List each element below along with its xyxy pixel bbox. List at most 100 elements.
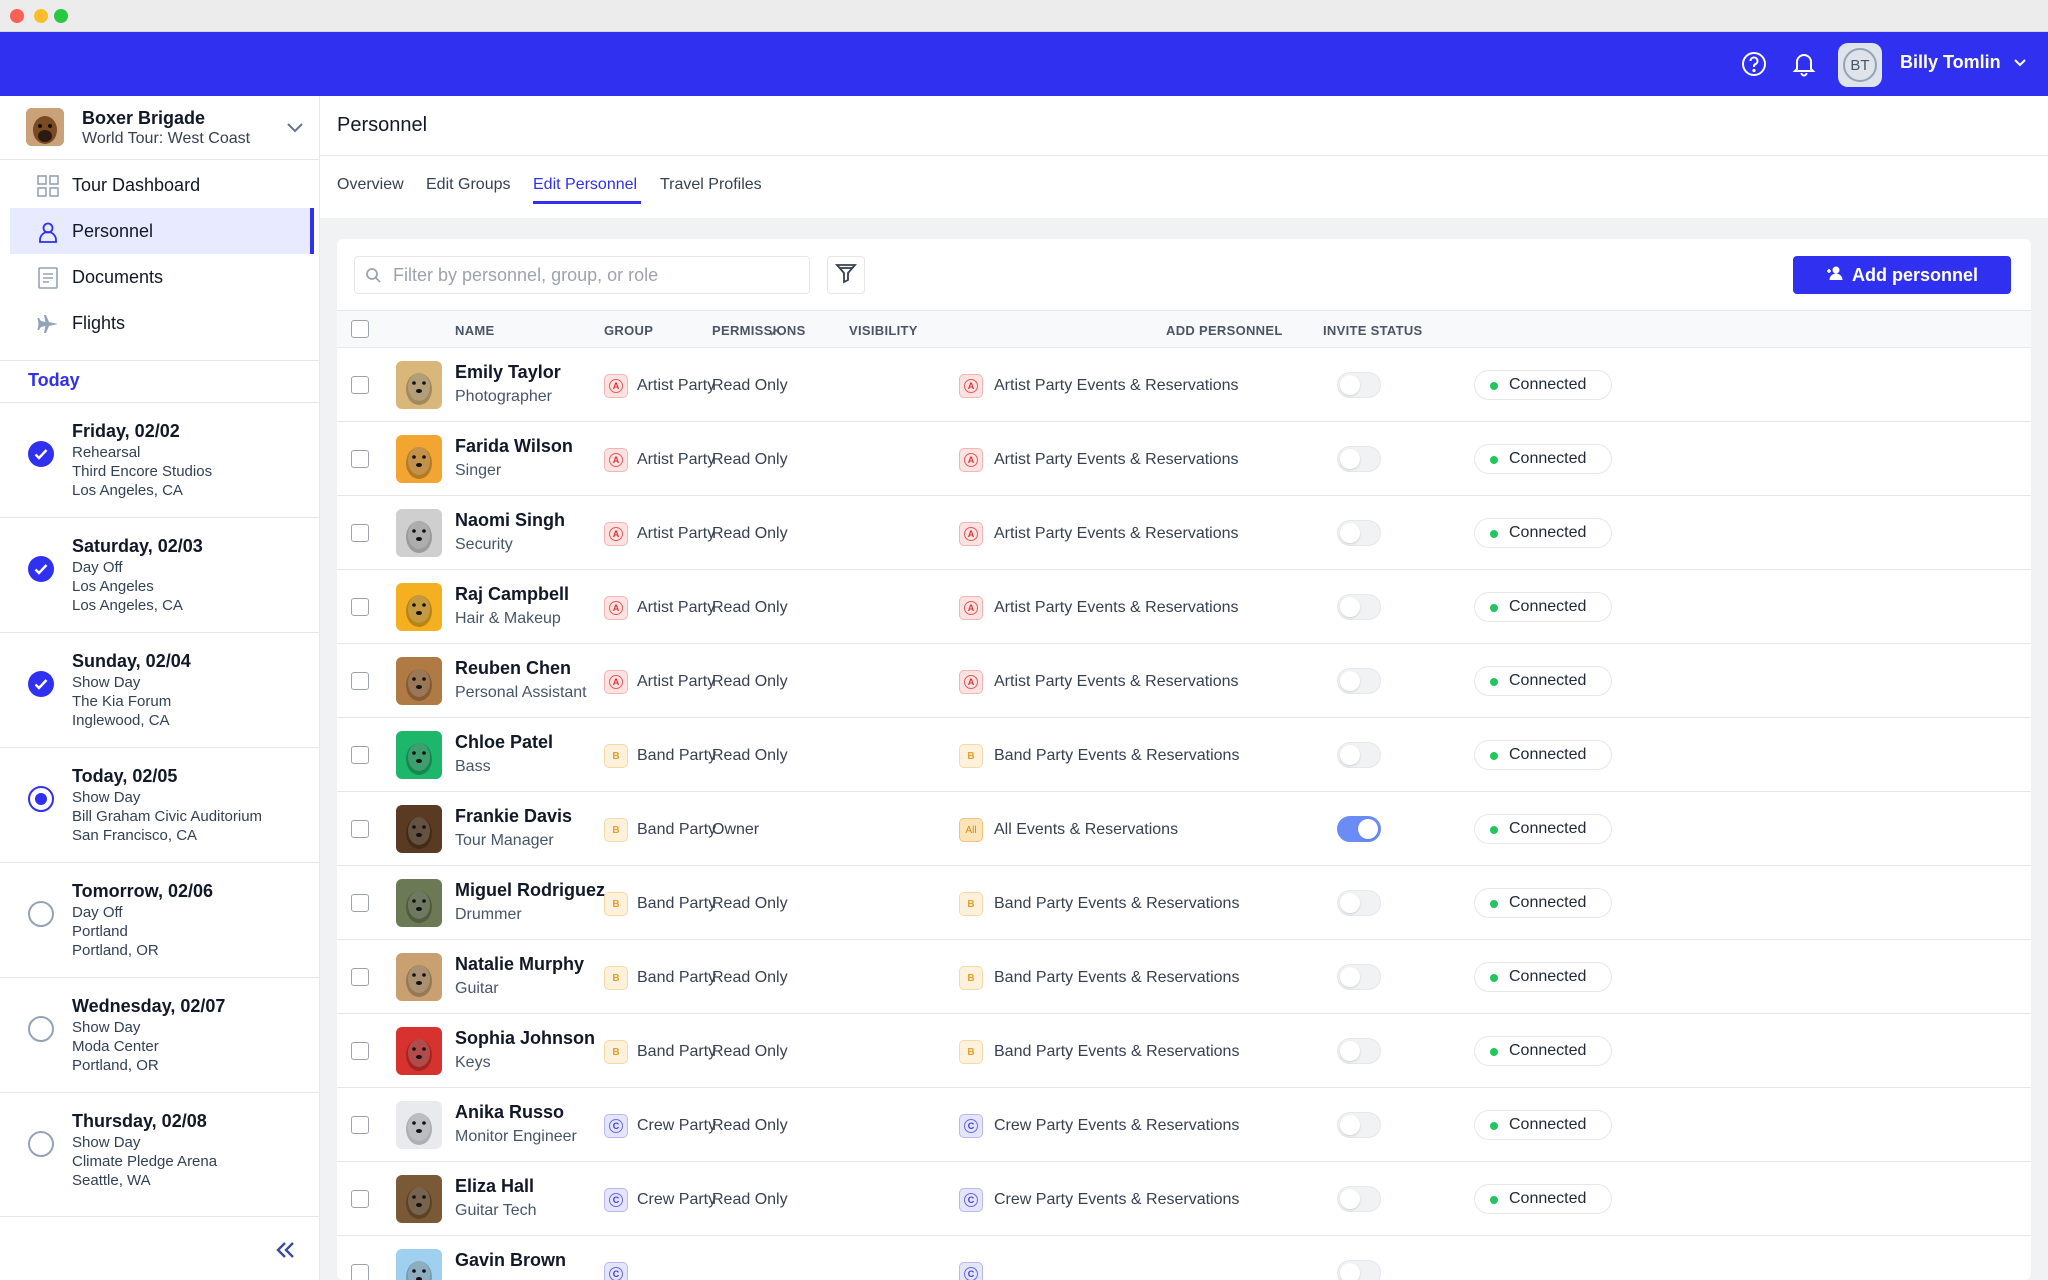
collapse-sidebar-icon[interactable] [272,1237,298,1268]
table-row[interactable]: Naomi Singh Security A Artist Party Read… [337,496,2031,570]
table-row[interactable]: Raj Campbell Hair & Makeup A Artist Part… [337,570,2031,644]
day-title: Sunday, 02/04 [72,651,191,671]
column-header-add-personnel[interactable]: ADD PERSONNEL [1166,323,1283,338]
visibility-badge: A [959,670,983,694]
search-input[interactable] [393,263,793,287]
day-type: Show Day [72,789,141,806]
row-checkbox[interactable] [351,598,369,616]
group-name: Artist Party [637,525,716,542]
personnel-photo [396,509,442,557]
close-window-button[interactable] [10,9,24,23]
column-header-invite-status[interactable]: INVITE STATUS [1323,323,1422,338]
tour-selector[interactable]: Boxer Brigade World Tour: West Coast [0,96,319,160]
row-checkbox[interactable] [351,968,369,986]
row-checkbox[interactable] [351,450,369,468]
group-badge: B [604,818,628,842]
table-row[interactable]: Reuben Chen Personal Assistant A Artist … [337,644,2031,718]
itinerary-day[interactable]: Saturday, 02/03 Day Off Los Angeles Los … [0,517,319,632]
table-row[interactable]: Anika Russo Monitor Engineer C Crew Part… [337,1088,2031,1162]
itinerary-day[interactable]: Thursday, 02/08 Show Day Climate Pledge … [0,1092,319,1207]
day-city: Los Angeles, CA [72,482,183,499]
visibility-badge: A [959,596,983,620]
add-personnel-toggle[interactable] [1337,668,1381,694]
tab-travel-profiles[interactable]: Travel Profiles [660,176,762,194]
permission-value: Read Only [712,451,788,468]
table-row[interactable]: Miguel Rodriguez Drummer B Band Party Re… [337,866,2031,940]
user-name[interactable]: Billy Tomlin [1900,52,2001,73]
row-checkbox[interactable] [351,1042,369,1060]
filter-button[interactable] [827,256,865,294]
column-header-permissions[interactable]: PERMISSIONS [712,323,806,338]
add-personnel-toggle[interactable] [1337,1038,1381,1064]
group-badge: C [604,1262,628,1280]
group-badge-letter: A [609,601,623,615]
visibility-badge: B [959,892,983,916]
row-checkbox[interactable] [351,894,369,912]
add-personnel-toggle[interactable] [1337,1112,1381,1138]
day-title: Saturday, 02/03 [72,536,203,556]
row-checkbox[interactable] [351,672,369,690]
user-avatar[interactable]: BT [1838,43,1882,87]
add-personnel-toggle[interactable] [1337,816,1381,842]
table-row[interactable]: Farida Wilson Singer A Artist Party Read… [337,422,2031,496]
sidebar-footer [0,1216,319,1280]
table-row[interactable]: Sophia Johnson Keys B Band Party Read On… [337,1014,2031,1088]
sidebar-item-flights[interactable]: Flights [0,300,319,346]
chevron-down-icon[interactable] [284,116,306,143]
search-icon [365,267,381,288]
row-checkbox[interactable] [351,1116,369,1134]
personnel-role: Personal Assistant [455,684,587,701]
table-row[interactable]: Chloe Patel Bass B Band Party Read Only … [337,718,2031,792]
group-name: Band Party [637,969,717,986]
add-personnel-toggle[interactable] [1337,372,1381,398]
day-venue: Portland [72,923,128,940]
table-row[interactable]: Eliza Hall Guitar Tech C Crew Party Read… [337,1162,2031,1236]
column-header-name[interactable]: NAME [455,323,494,338]
itinerary-day[interactable]: Tomorrow, 02/06 Day Off Portland Portlan… [0,862,319,977]
table-row[interactable]: Gavin Brown C C [337,1236,2031,1280]
row-checkbox[interactable] [351,524,369,542]
tab-overview[interactable]: Overview [337,176,404,194]
column-header-visibility[interactable]: VISIBILITY [849,323,918,338]
itinerary-day[interactable]: Friday, 02/02 Rehearsal Third Encore Stu… [0,402,319,517]
bell-icon[interactable] [1786,46,1822,82]
chevron-down-icon[interactable] [2012,54,2028,75]
tab-edit-groups[interactable]: Edit Groups [426,176,510,194]
table-row[interactable]: Frankie Davis Tour Manager B Band Party … [337,792,2031,866]
today-link[interactable]: Today [28,370,80,391]
row-checkbox[interactable] [351,746,369,764]
minimize-window-button[interactable] [34,9,48,23]
add-personnel-toggle[interactable] [1337,742,1381,768]
add-personnel-toggle[interactable] [1337,446,1381,472]
table-row[interactable]: Emily Taylor Photographer A Artist Party… [337,348,2031,422]
maximize-window-button[interactable] [54,9,68,23]
add-personnel-toggle[interactable] [1337,1260,1381,1280]
personnel-role: Monitor Engineer [455,1128,577,1145]
add-personnel-toggle[interactable] [1337,1186,1381,1212]
table-row[interactable]: Natalie Murphy Guitar B Band Party Read … [337,940,2031,1014]
add-personnel-toggle[interactable] [1337,964,1381,990]
group-badge-letter: A [609,527,623,541]
sidebar-item-documents[interactable]: Documents [0,254,319,300]
itinerary-day[interactable]: Sunday, 02/04 Show Day The Kia Forum Ing… [0,632,319,747]
sidebar-item-personnel[interactable]: Personnel [10,208,314,254]
row-checkbox[interactable] [351,1264,369,1280]
select-all-checkbox[interactable] [351,320,369,338]
sidebar-item-tour-dashboard[interactable]: Tour Dashboard [0,162,319,208]
tab-edit-personnel[interactable]: Edit Personnel [533,176,637,194]
add-personnel-button[interactable]: Add personnel [1793,256,2011,294]
row-checkbox[interactable] [351,1190,369,1208]
add-personnel-toggle[interactable] [1337,594,1381,620]
row-checkbox[interactable] [351,820,369,838]
add-personnel-toggle[interactable] [1337,520,1381,546]
itinerary-day[interactable]: Wednesday, 02/07 Show Day Moda Center Po… [0,977,319,1092]
column-header-group[interactable]: GROUP [604,323,653,338]
visibility-badge: A [959,448,983,472]
visibility-badge-letter: A [964,527,978,541]
day-city: Los Angeles, CA [72,597,183,614]
help-icon[interactable] [1736,46,1772,82]
row-checkbox[interactable] [351,376,369,394]
visibility-value: Artist Party Events & Reservations [994,451,1239,468]
add-personnel-toggle[interactable] [1337,890,1381,916]
itinerary-day[interactable]: Today, 02/05 Show Day Bill Graham Civic … [0,747,319,862]
